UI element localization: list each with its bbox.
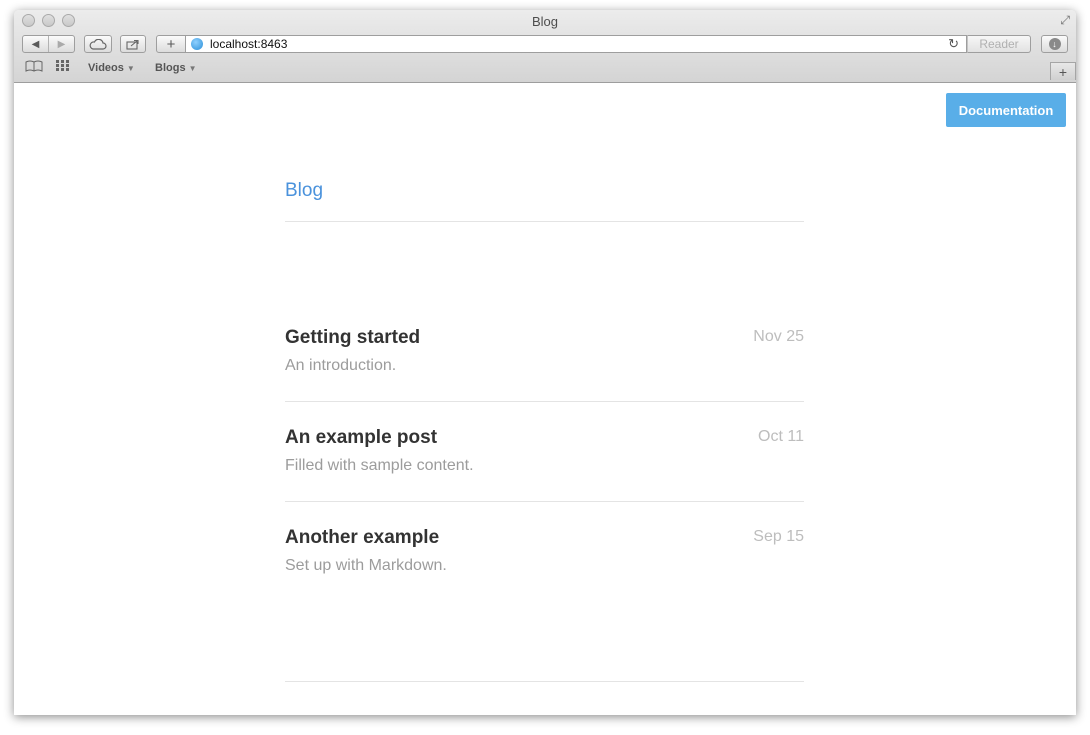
forward-arrow-icon: ▶ xyxy=(57,38,66,50)
share-icon xyxy=(126,39,139,50)
post-description: An introduction. xyxy=(285,357,397,374)
post-description: Set up with Markdown. xyxy=(285,557,447,574)
new-tab-button[interactable]: + xyxy=(1050,62,1076,80)
reader-button[interactable]: Reader xyxy=(967,35,1031,53)
reading-list-icon[interactable] xyxy=(25,60,43,75)
reload-icon[interactable]: ↻ xyxy=(948,36,959,52)
post-description: Filled with sample content. xyxy=(285,457,474,474)
grid-icon xyxy=(56,60,69,71)
bookmark-label: Videos xyxy=(88,62,124,74)
browser-chrome: Blog ⤢ ◀ ▶ + localhost:8463 ↻ Reader ↓ V… xyxy=(14,10,1076,83)
documentation-button[interactable]: Documentation xyxy=(946,93,1066,127)
globe-icon xyxy=(191,38,203,50)
footer-divider xyxy=(285,681,804,682)
divider xyxy=(285,221,804,222)
back-forward-group: ◀ ▶ xyxy=(22,35,75,53)
back-button[interactable]: ◀ xyxy=(23,36,49,52)
share-button[interactable] xyxy=(120,35,146,53)
add-bookmark-button[interactable]: + xyxy=(156,35,186,53)
divider xyxy=(285,401,804,402)
bookmark-blogs[interactable]: Blogs ▼ xyxy=(155,62,196,74)
bookmark-videos[interactable]: Videos ▼ xyxy=(88,62,135,74)
downloads-button[interactable]: ↓ xyxy=(1041,35,1068,53)
top-sites-icon[interactable] xyxy=(56,60,70,75)
address-bar[interactable]: localhost:8463 ↻ xyxy=(185,35,967,53)
post-title[interactable]: Getting started xyxy=(285,327,420,349)
browser-window: Blog ⤢ ◀ ▶ + localhost:8463 ↻ Reader ↓ V… xyxy=(14,10,1076,715)
window-title: Blog xyxy=(531,14,559,29)
post-date: Nov 25 xyxy=(753,328,804,345)
bookmark-label: Blogs xyxy=(155,62,186,74)
back-arrow-icon: ◀ xyxy=(31,38,40,50)
blog-title-link[interactable]: Blog xyxy=(285,180,323,202)
caret-down-icon: ▼ xyxy=(126,64,135,73)
post-date: Oct 11 xyxy=(758,428,804,445)
caret-down-icon: ▼ xyxy=(188,64,197,73)
open-book-icon xyxy=(25,60,43,72)
plus-icon: + xyxy=(166,35,176,53)
cloud-icon xyxy=(89,38,107,50)
divider xyxy=(285,501,804,502)
bookmarks-bar: Videos ▼ Blogs ▼ xyxy=(14,60,1076,78)
plus-icon: + xyxy=(1058,63,1068,80)
icloud-tabs-button[interactable] xyxy=(84,35,112,53)
download-icon: ↓ xyxy=(1048,38,1061,50)
post-date: Sep 15 xyxy=(753,528,804,545)
post-title[interactable]: Another example xyxy=(285,527,439,549)
post-title[interactable]: An example post xyxy=(285,427,437,449)
url-text[interactable]: localhost:8463 xyxy=(210,37,287,51)
forward-button[interactable]: ▶ xyxy=(49,36,74,52)
fullscreen-icon[interactable]: ⤢ xyxy=(1060,13,1070,28)
